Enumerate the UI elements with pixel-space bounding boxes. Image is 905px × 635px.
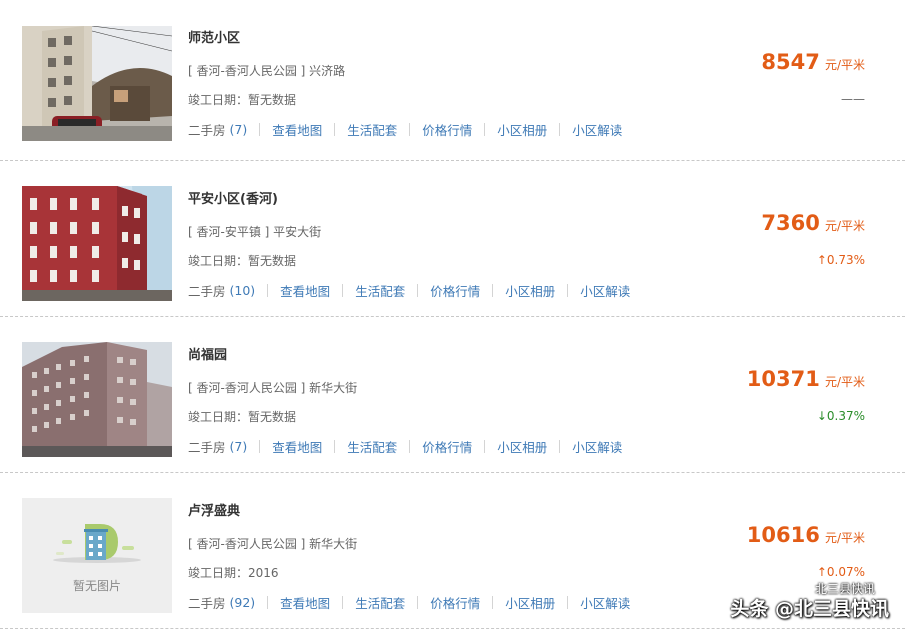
community-name[interactable]: 师范小区 (188, 27, 240, 46)
price-change: ↓0.37% (816, 409, 865, 423)
price-trend-link[interactable]: 价格行情 (422, 437, 472, 456)
divider (259, 440, 261, 453)
interpret-link[interactable]: 小区解读 (580, 281, 630, 300)
divider (342, 596, 344, 609)
price-block: 10371 元/平米 (747, 367, 865, 391)
divider (484, 123, 486, 136)
view-map-link[interactable]: 查看地图 (272, 120, 322, 139)
community-address: [ 香河-香河人民公园 ] 新华大街 (188, 537, 358, 551)
divider (334, 123, 336, 136)
divider (559, 123, 561, 136)
album-link[interactable]: 小区相册 (505, 593, 555, 612)
community-links: 二手房 (7) 查看地图 生活配套 价格行情 小区相册 小区解读 (188, 437, 622, 456)
completion-date: 竣工日期：2016 (188, 566, 279, 580)
esf-label: 二手房 (188, 284, 226, 299)
photo-red-building (22, 186, 172, 301)
interpret-link[interactable]: 小区解读 (572, 437, 622, 456)
community-photo[interactable] (22, 186, 172, 301)
completion-date: 竣工日期：暂无数据 (188, 254, 297, 268)
list-item: 师范小区 [ 香河-香河人民公园 ] 兴济路 竣工日期：暂无数据 二手房 (7)… (0, 0, 905, 161)
divider (334, 440, 336, 453)
community-address: [ 香河-香河人民公园 ] 兴济路 (188, 64, 346, 78)
esf-label: 二手房 (188, 123, 226, 138)
divider (267, 596, 269, 609)
album-link[interactable]: 小区相册 (497, 437, 547, 456)
price-block: 8547 元/平米 (761, 50, 865, 74)
price-unit: 元/平米 (824, 531, 865, 545)
community-links: 二手房 (10) 查看地图 生活配套 价格行情 小区相册 小区解读 (188, 281, 630, 300)
price-value: 8547 (761, 50, 820, 74)
life-facilities-link[interactable]: 生活配套 (347, 120, 397, 139)
price-value: 10616 (746, 523, 820, 547)
price-value: 10371 (746, 367, 820, 391)
esf-count-link[interactable]: (7) (230, 122, 248, 137)
community-address: [ 香河-香河人民公园 ] 新华大街 (188, 381, 358, 395)
photo-old-building (22, 26, 172, 141)
price-change: —— (841, 92, 865, 106)
completion-date: 竣工日期：暂无数据 (188, 93, 297, 107)
esf-count-link[interactable]: (92) (230, 595, 256, 610)
esf-label: 二手房 (188, 596, 226, 611)
divider (484, 440, 486, 453)
price-change: ↑0.07% (816, 565, 865, 579)
price-trend-link[interactable]: 价格行情 (430, 593, 480, 612)
esf-label: 二手房 (188, 440, 226, 455)
esf-count-link[interactable]: (10) (230, 283, 256, 298)
community-address: [ 香河-安平镇 ] 平安大街 (188, 225, 322, 239)
divider (409, 440, 411, 453)
view-map-link[interactable]: 查看地图 (280, 593, 330, 612)
divider (492, 596, 494, 609)
divider (492, 284, 494, 297)
interpret-link[interactable]: 小区解读 (580, 593, 630, 612)
community-photo-placeholder[interactable]: 暂无图片 (22, 498, 172, 613)
divider (409, 123, 411, 136)
price-unit: 元/平米 (824, 375, 865, 389)
no-image-placeholder: 暂无图片 (22, 498, 172, 613)
list-item: 尚福园 [ 香河-香河人民公园 ] 新华大街 竣工日期：暂无数据 二手房 (7)… (0, 317, 905, 473)
list-item: 平安小区(香河) [ 香河-安平镇 ] 平安大街 竣工日期：暂无数据 二手房 (… (0, 161, 905, 317)
divider (417, 284, 419, 297)
life-facilities-link[interactable]: 生活配套 (347, 437, 397, 456)
completion-date: 竣工日期：暂无数据 (188, 410, 297, 424)
divider (567, 596, 569, 609)
divider (342, 284, 344, 297)
price-trend-link[interactable]: 价格行情 (422, 120, 472, 139)
price-value: 7360 (761, 211, 820, 235)
life-facilities-link[interactable]: 生活配套 (355, 281, 405, 300)
album-link[interactable]: 小区相册 (497, 120, 547, 139)
community-photo[interactable] (22, 26, 172, 141)
esf-count-link[interactable]: (7) (230, 439, 248, 454)
divider (267, 284, 269, 297)
divider (567, 284, 569, 297)
community-list: 师范小区 [ 香河-香河人民公园 ] 兴济路 竣工日期：暂无数据 二手房 (7)… (0, 0, 905, 629)
price-change: ↑0.73% (816, 253, 865, 267)
price-unit: 元/平米 (824, 219, 865, 233)
life-facilities-link[interactable]: 生活配套 (355, 593, 405, 612)
community-photo[interactable] (22, 342, 172, 457)
community-name[interactable]: 平安小区(香河) (188, 188, 278, 207)
price-unit: 元/平米 (824, 58, 865, 72)
community-name[interactable]: 卢浮盛典 (188, 500, 240, 519)
community-links: 二手房 (7) 查看地图 生活配套 价格行情 小区相册 小区解读 (188, 120, 622, 139)
no-image-text: 暂无图片 (73, 579, 121, 593)
divider (559, 440, 561, 453)
divider (259, 123, 261, 136)
price-block: 10616 元/平米 (747, 523, 865, 547)
price-block: 7360 元/平米 (761, 211, 865, 235)
price-trend-link[interactable]: 价格行情 (430, 281, 480, 300)
source-watermark: 头条 @北三县快讯 (730, 598, 889, 620)
community-name[interactable]: 尚福园 (188, 344, 227, 363)
photo-highrise (22, 342, 172, 457)
divider (417, 596, 419, 609)
view-map-link[interactable]: 查看地图 (280, 281, 330, 300)
view-map-link[interactable]: 查看地图 (272, 437, 322, 456)
interpret-link[interactable]: 小区解读 (572, 120, 622, 139)
album-link[interactable]: 小区相册 (505, 281, 555, 300)
community-links: 二手房 (92) 查看地图 生活配套 价格行情 小区相册 小区解读 (188, 593, 630, 612)
